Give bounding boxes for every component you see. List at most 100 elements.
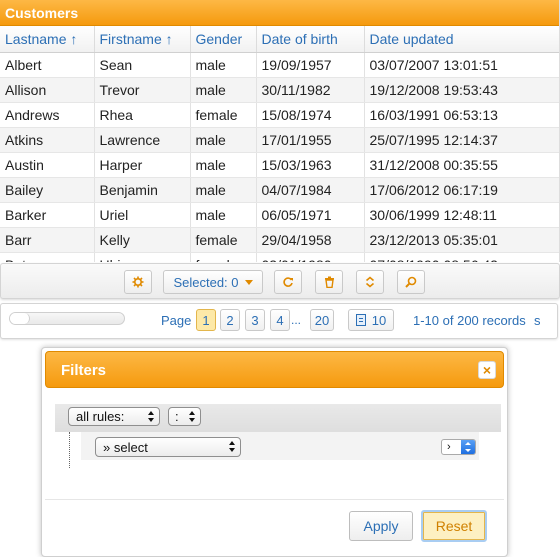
page-button-1[interactable]: 1 [196, 309, 216, 331]
caret-down-icon [244, 279, 253, 285]
cell-firstname: Sean [94, 52, 191, 78]
cell-lastname: Atkins [0, 127, 95, 153]
select-arrows-icon [148, 411, 155, 422]
selected-label: Selected: 0 [173, 274, 239, 290]
cell-date-of-birth: 06/05/1971 [256, 202, 365, 228]
customers-grid: Customers Lastname ↑ Firstname ↑ Gender … [0, 0, 560, 262]
page-label: Page [161, 313, 192, 328]
table-row[interactable]: Andrews Rhea female 15/08/1974 16/03/199… [0, 102, 559, 128]
document-icon [355, 314, 366, 326]
table-row[interactable]: Atkins Lawrence male 17/01/1955 25/07/19… [0, 127, 559, 153]
cell-lastname: Barr [0, 227, 95, 253]
cell-firstname: Rhea [94, 102, 191, 128]
cell-lastname: Albert [0, 52, 95, 78]
cell-lastname: Austin [0, 152, 95, 178]
rule-connector-line [69, 432, 70, 468]
gear-icon [132, 276, 144, 288]
column-header-firstname[interactable]: Firstname ↑ [94, 26, 191, 53]
expand-button[interactable] [356, 270, 384, 294]
cell-date-of-birth: 15/08/1974 [256, 102, 365, 128]
records-summary: 1-10 of 200 records [413, 313, 526, 328]
cell-date-updated: 30/06/1999 12:48:11 [364, 202, 559, 228]
cell-date-of-birth: 29/04/1958 [256, 227, 365, 253]
page-ellipsis: ... [291, 313, 302, 327]
dialog-title: Filters [61, 362, 107, 379]
table-row[interactable]: Barr Kelly female 29/04/1958 23/12/2013 … [0, 227, 559, 253]
delete-button[interactable] [315, 270, 343, 294]
search-icon [405, 276, 417, 288]
cell-date-updated: 07/08/1990 08:56:42 [364, 252, 559, 262]
cell-gender: male [190, 177, 257, 203]
refresh-icon [283, 277, 293, 287]
close-icon: × [482, 362, 492, 378]
cell-gender: male [190, 202, 257, 228]
add-rule-value: : [175, 409, 179, 424]
operator-select[interactable]: › [441, 439, 476, 455]
cell-lastname: Bates [0, 252, 95, 262]
page-button-4[interactable]: 4 [270, 309, 290, 331]
scrollbar-thumb[interactable] [10, 313, 30, 324]
trash-icon [324, 276, 334, 288]
cell-date-of-birth: 03/01/1980 [256, 252, 365, 262]
cell-gender: female [190, 227, 257, 253]
cell-gender: male [190, 152, 257, 178]
table-row[interactable]: Albert Sean male 19/09/1957 03/07/2007 1… [0, 52, 559, 78]
cell-lastname: Barker [0, 202, 95, 228]
cell-firstname: Kelly [94, 227, 191, 253]
search-button[interactable] [397, 270, 425, 294]
grid-toolbar: Selected: 0 [0, 263, 560, 299]
cell-firstname: Lawrence [94, 127, 191, 153]
filter-rule-row: » select › [81, 432, 479, 460]
cell-firstname: Ulric [94, 252, 191, 262]
field-select-value: » select [103, 439, 148, 455]
page-button-3[interactable]: 3 [245, 309, 265, 331]
cell-lastname: Bailey [0, 177, 95, 203]
add-rule-select[interactable]: : [168, 407, 201, 426]
cell-gender: female [190, 102, 257, 128]
table-row[interactable]: Bailey Benjamin male 04/07/1984 17/06/20… [0, 177, 559, 203]
refresh-button[interactable] [274, 270, 302, 294]
settings-button[interactable] [124, 270, 152, 294]
header-row: Lastname ↑ Firstname ↑ Gender Date of bi… [0, 26, 559, 53]
dialog-header: Filters × [45, 351, 504, 388]
column-header-lastname[interactable]: Lastname ↑ [0, 26, 95, 53]
match-rules-select[interactable]: all rules: [68, 407, 160, 426]
cell-date-of-birth: 15/03/1963 [256, 152, 365, 178]
cell-date-updated: 03/07/2007 13:01:51 [364, 52, 559, 78]
page-button-2[interactable]: 2 [220, 309, 240, 331]
reset-button[interactable]: Reset [421, 510, 487, 542]
rows-per-page-value: 10 [371, 312, 387, 328]
cell-date-updated: 31/12/2008 00:35:55 [364, 152, 559, 178]
dialog-footer: Apply Reset [45, 499, 504, 554]
column-header-date-of-birth[interactable]: Date of birth [256, 26, 365, 53]
apply-button[interactable]: Apply [349, 511, 413, 541]
table-row[interactable]: Austin Harper male 15/03/1963 31/12/2008… [0, 152, 559, 178]
rows-per-page-button[interactable]: 10 [348, 309, 394, 331]
cell-firstname: Benjamin [94, 177, 191, 203]
select-arrows-icon [229, 441, 236, 452]
stepper-arrows-icon [461, 440, 475, 454]
column-header-gender[interactable]: Gender [190, 26, 257, 53]
column-header-date-updated[interactable]: Date updated [364, 26, 559, 53]
cell-gender: male [190, 52, 257, 78]
customers-table: Lastname ↑ Firstname ↑ Gender Date of bi… [0, 26, 559, 262]
selected-dropdown[interactable]: Selected: 0 [163, 270, 263, 294]
records-trailing-text: s [534, 313, 541, 328]
close-button[interactable]: × [478, 361, 496, 379]
cell-date-updated: 19/12/2008 19:53:43 [364, 77, 559, 103]
page-button-last[interactable]: 20 [310, 309, 334, 331]
cell-lastname: Andrews [0, 102, 95, 128]
cell-date-updated: 25/07/1995 12:14:37 [364, 127, 559, 153]
cell-firstname: Trevor [94, 77, 191, 103]
table-row[interactable]: Allison Trevor male 30/11/1982 19/12/200… [0, 77, 559, 103]
filter-rules-area: all rules: : » select › [55, 404, 501, 514]
table-row[interactable]: Barker Uriel male 06/05/1971 30/06/1999 … [0, 202, 559, 228]
cell-date-of-birth: 17/01/1955 [256, 127, 365, 153]
cell-gender: female [190, 252, 257, 262]
horizontal-scrollbar[interactable] [9, 312, 125, 325]
match-rules-value: all rules: [76, 409, 125, 424]
table-row[interactable]: Bates Ulric female 03/01/1980 07/08/1990… [0, 252, 559, 262]
pager: Page 1 2 3 4 ... 20 10 1-10 of 200 recor… [0, 303, 558, 339]
field-select[interactable]: » select [95, 437, 241, 457]
expand-icon [365, 276, 375, 288]
